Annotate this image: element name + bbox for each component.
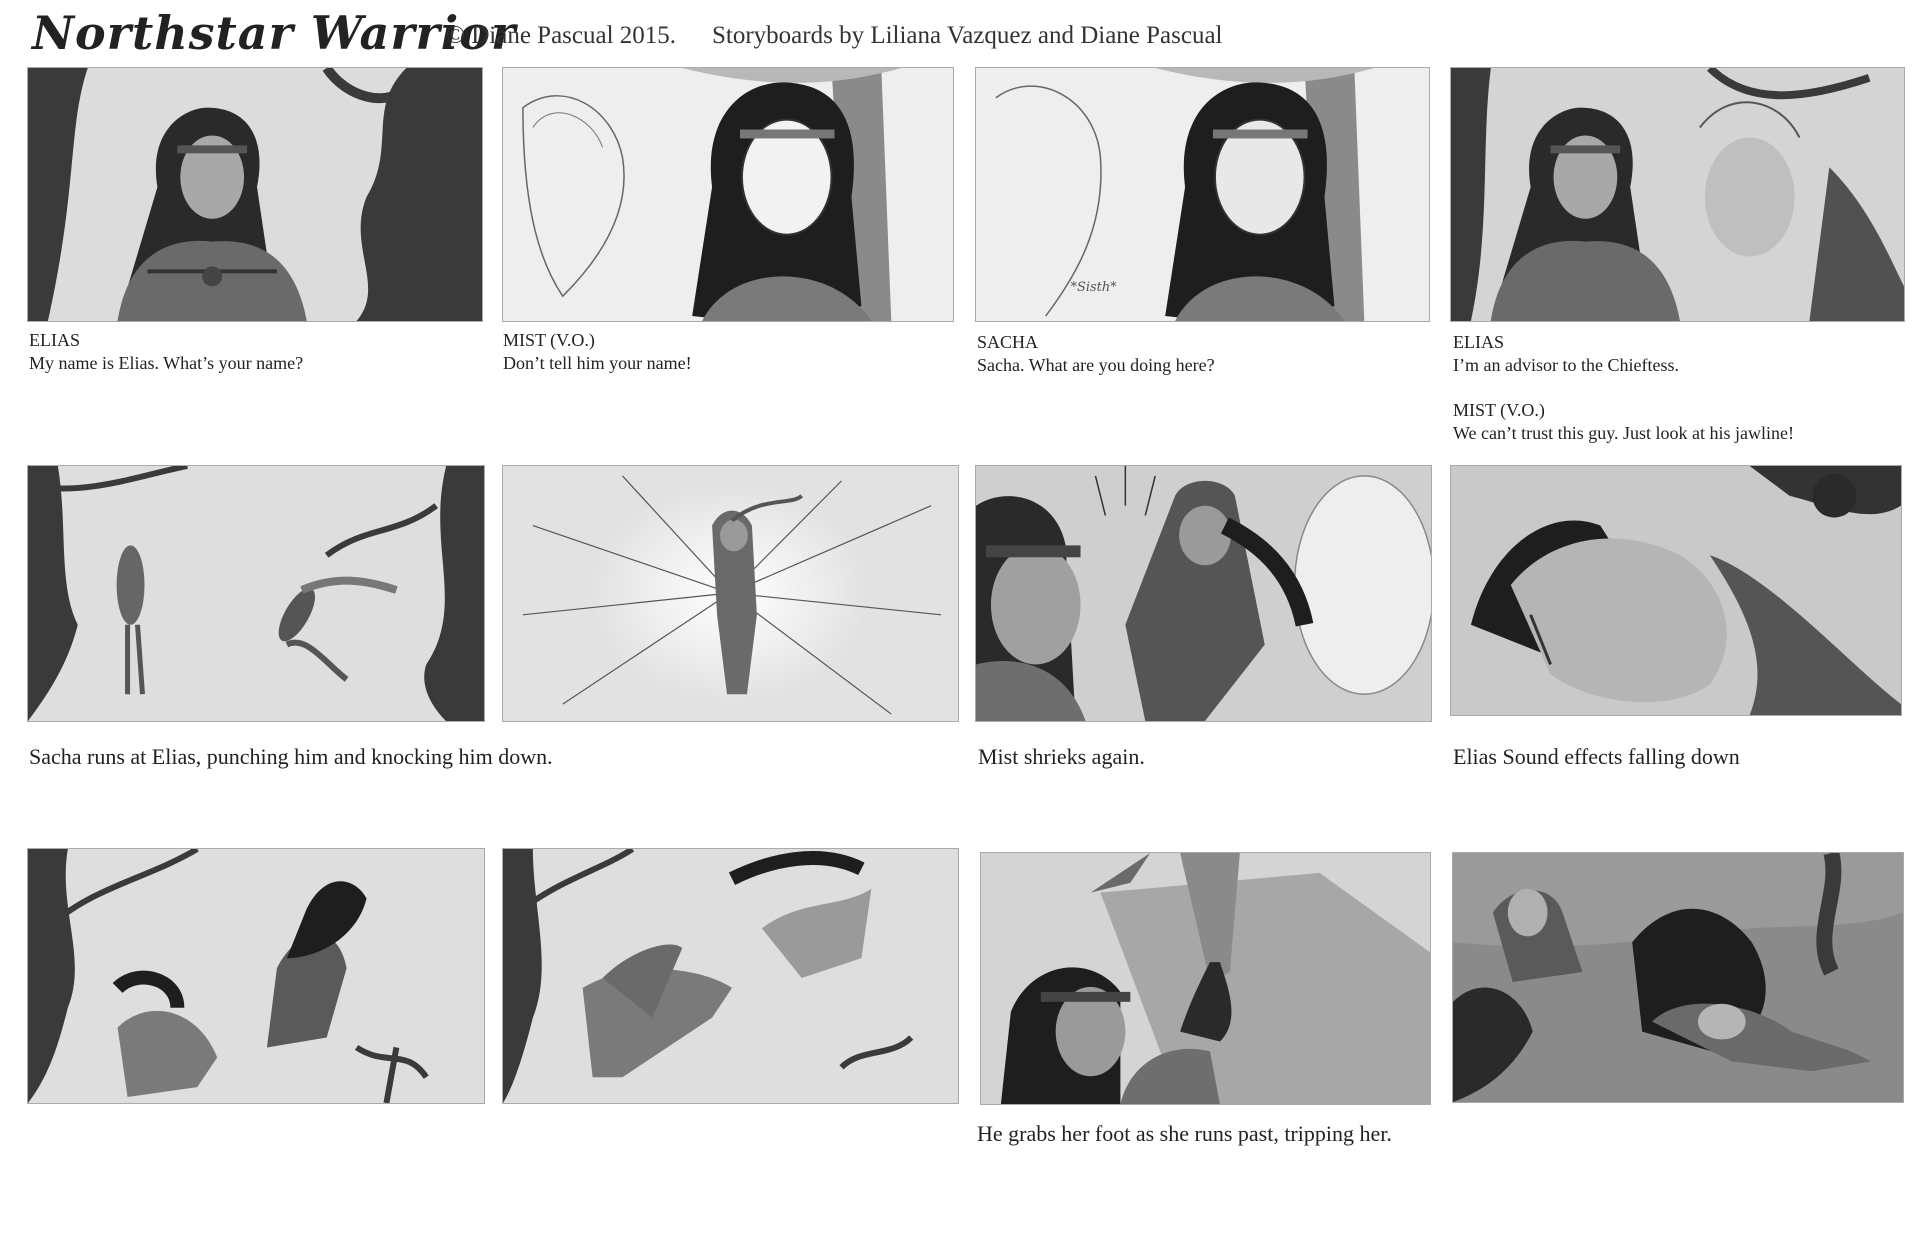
panel-1-elias-portrait (27, 67, 483, 322)
panel-11-elias-grabs-foot (980, 852, 1431, 1105)
storyboard-title: Northstar Warrior (32, 6, 517, 60)
panel-11-caption: He grabs her foot as she runs past, trip… (977, 1121, 1392, 1146)
panel-5-sacha-runs (27, 465, 485, 722)
panel-5-caption: Sacha runs at Elias, punching him and kn… (29, 744, 553, 769)
dialogue-line: Don’t tell him your name! (503, 353, 692, 373)
panel-10-elias-reaches (502, 848, 959, 1104)
panel-1-dialogue: ELIAS My name is Elias. What’s your name… (29, 329, 479, 375)
panel-8-elias-falls (1450, 465, 1902, 716)
dialogue-line: I’m an advisor to the Chieftess. (1453, 355, 1679, 375)
speaker-name: MIST (V.O.) (503, 330, 595, 350)
dialogue-line-2: We can’t trust this guy. Just look at hi… (1453, 423, 1795, 443)
panel-2-mist-and-sacha (502, 67, 954, 322)
sketch-sound-text: *Sisth* (1071, 280, 1118, 295)
speaker-name: ELIAS (1453, 332, 1504, 352)
panel-7-sacha-punches (975, 465, 1432, 722)
panel-2-dialogue: MIST (V.O.) Don’t tell him your name! (503, 329, 953, 375)
speaker-name: SACHA (977, 332, 1039, 352)
panel-12-sacha-tripped (1452, 852, 1904, 1103)
panel-3-dialogue: SACHA Sacha. What are you doing here? (977, 331, 1427, 377)
storyboard-credit: Storyboards by Liliana Vazquez and Diane… (712, 22, 1223, 49)
speaker-name: ELIAS (29, 330, 80, 350)
panel-3-sacha-angry: *Sisth* (975, 67, 1430, 322)
panel-7-caption: Mist shrieks again. (978, 744, 1145, 769)
dialogue-line: My name is Elias. What’s your name? (29, 353, 304, 373)
panel-4-elias-and-mist (1450, 67, 1905, 322)
panel-6-sacha-burst (502, 465, 959, 722)
panel-9-elias-down-sacha-runs (27, 848, 485, 1104)
dialogue-line: Sacha. What are you doing here? (977, 355, 1215, 375)
speaker-name-2: MIST (V.O.) (1453, 400, 1545, 420)
copyright-text: © Diane Pascual 2015. (446, 22, 677, 49)
panel-8-caption: Elias Sound effects falling down (1453, 744, 1740, 769)
panel-4-dialogue: ELIAS I’m an advisor to the Chieftess. M… (1453, 331, 1913, 445)
